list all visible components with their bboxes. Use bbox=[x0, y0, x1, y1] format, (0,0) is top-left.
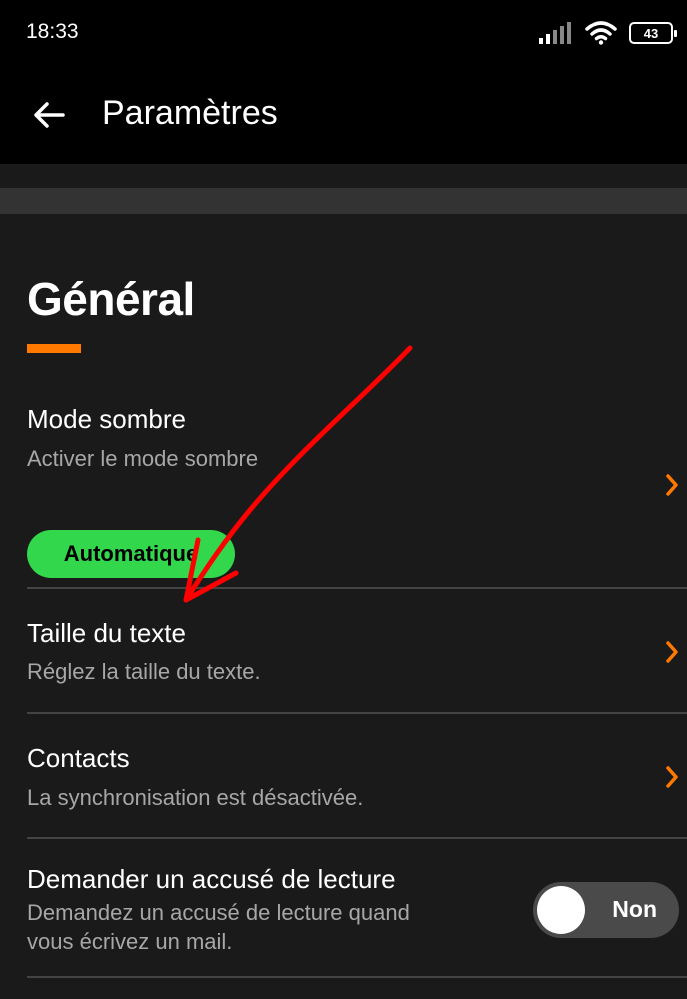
section-separator bbox=[0, 188, 687, 214]
section-title: Général bbox=[27, 273, 195, 325]
arrow-left-icon bbox=[34, 102, 65, 128]
setting-dark-mode[interactable]: Mode sombre Activer le mode sombre Autom… bbox=[27, 400, 687, 586]
battery-icon: 43 bbox=[629, 22, 677, 44]
divider bbox=[27, 712, 687, 714]
divider bbox=[27, 976, 687, 978]
setting-subtitle: Demandez un accusé de lecture quand bbox=[27, 900, 410, 925]
chevron-right-icon bbox=[666, 766, 678, 788]
spacer bbox=[0, 164, 687, 188]
status-bar: 18:33 43 bbox=[0, 0, 687, 64]
signal-icon bbox=[539, 22, 571, 44]
setting-subtitle: Activer le mode sombre bbox=[27, 446, 259, 471]
divider bbox=[27, 837, 687, 839]
setting-contacts[interactable]: Contacts La synchronisation est désactiv… bbox=[27, 738, 687, 838]
setting-title: Contacts bbox=[27, 743, 130, 773]
toggle-label: Non bbox=[612, 896, 657, 922]
setting-title: Taille du texte bbox=[27, 618, 186, 648]
setting-subtitle: La synchronisation est désactivée. bbox=[27, 785, 364, 810]
status-icons: 43 bbox=[539, 18, 677, 48]
setting-title: Mode sombre bbox=[27, 404, 186, 434]
app-bar: Paramètres bbox=[0, 64, 687, 164]
setting-subtitle: Réglez la taille du texte. bbox=[27, 659, 261, 684]
battery-level: 43 bbox=[643, 25, 659, 41]
toggle-knob bbox=[537, 886, 585, 934]
chevron-right-icon bbox=[666, 641, 678, 663]
badge-label: Automatique bbox=[63, 541, 199, 566]
setting-read-receipt: Demander un accusé de lecture Demandez u… bbox=[27, 858, 687, 976]
status-badge: Automatique bbox=[27, 530, 235, 578]
setting-title: Demander un accusé de lecture bbox=[27, 864, 396, 894]
setting-text-size[interactable]: Taille du texte Réglez la taille du text… bbox=[27, 612, 687, 712]
divider bbox=[27, 587, 687, 589]
back-button[interactable] bbox=[26, 92, 72, 138]
read-receipt-toggle[interactable]: Non bbox=[533, 882, 679, 938]
page-title: Paramètres bbox=[102, 94, 278, 132]
section-accent-bar bbox=[27, 344, 81, 353]
wifi-icon bbox=[585, 21, 617, 45]
status-time: 18:33 bbox=[26, 20, 79, 43]
setting-subtitle: vous écrivez un mail. bbox=[27, 929, 233, 954]
chevron-right-icon bbox=[666, 474, 678, 496]
